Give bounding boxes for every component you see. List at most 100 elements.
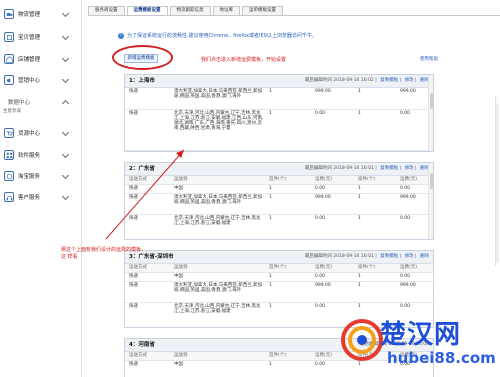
sidebar-item-customer-service[interactable]: 客户服务 bbox=[0, 189, 80, 205]
browser-notice: i 为了保证系统运行的流畅性,建议使用Chrome、firefox或者IE9以上浏… bbox=[118, 32, 500, 43]
first-item-cell: 1 bbox=[269, 111, 272, 116]
first-item-cell: 1 bbox=[269, 283, 272, 288]
edit-time: 2018-09-10 16:02 bbox=[333, 78, 374, 83]
header-destination: 运送到 bbox=[174, 265, 188, 270]
chevron-down-icon bbox=[61, 32, 70, 41]
first-fee-cell: 0.00 bbox=[315, 186, 326, 191]
method-cell: 快递 bbox=[129, 216, 138, 221]
delete-link[interactable]: 删除 bbox=[420, 254, 429, 259]
header-first-fee: 运费(元) bbox=[315, 265, 333, 270]
sidebar-item-marketing[interactable]: 营销中心 bbox=[0, 72, 80, 88]
next-item-cell: 1 bbox=[358, 304, 361, 309]
first-item-cell: 1 bbox=[269, 216, 272, 221]
destination-cell: 澳大利亚,加拿大,日本,马来西亚,新西兰,新加坡,韩国,英国,美国,香港,澳门,… bbox=[174, 283, 263, 293]
chevron-down-icon bbox=[61, 150, 70, 159]
header-first-item: 首件(个) bbox=[269, 353, 287, 358]
watermark-domain: hubei88.com bbox=[387, 349, 496, 367]
cart-icon bbox=[4, 128, 14, 138]
site-watermark: 楚汉网 hubei88.com bbox=[338, 312, 496, 376]
annotation-note: 那这个上面有我们设计的运费的模板，这 样看 bbox=[61, 247, 147, 260]
header-method: 运送方式 bbox=[129, 177, 147, 182]
scrollbar-thumb[interactable] bbox=[430, 93, 433, 109]
template-block-shanghai: 1：上海市 最后编辑时间 2018-09-10 16:02 | 复制模板 | 修… bbox=[124, 74, 434, 152]
table-row: 快递 澳大利亚,加拿大,日本,马来西亚,新西兰,新加坡,韩国,英国,美国,香港,… bbox=[125, 194, 433, 215]
edit-time-label: 最后编辑时间 bbox=[304, 254, 332, 259]
chevron-down-icon bbox=[61, 192, 70, 201]
sidebar-item-label: 淘宝服务 bbox=[18, 174, 41, 180]
page-scrollbar-thumb[interactable] bbox=[496, 104, 499, 262]
destination-cell: 澳大利亚,加拿大,日本,马来西亚,新西兰,新加坡,韩国,英国,美国,香港,澳门,… bbox=[174, 195, 263, 205]
next-item-cell: 1 bbox=[358, 216, 361, 221]
first-fee-cell: 0.00 bbox=[315, 304, 326, 309]
scrollbar-thumb[interactable] bbox=[430, 173, 433, 189]
header-next-fee: 运费(元) bbox=[400, 177, 418, 182]
page-scrollbar[interactable] bbox=[495, 96, 499, 266]
header-next-item: 续件(个) bbox=[358, 265, 376, 270]
sidebar-item-logistics[interactable]: 物流管理 bbox=[0, 6, 80, 22]
modify-link[interactable]: 修改 bbox=[405, 166, 414, 171]
sidebar-item-taobao-service[interactable]: 淘宝服务 bbox=[0, 168, 80, 184]
header-destination: 运送到 bbox=[174, 177, 188, 182]
header-first-fee: 运费(元) bbox=[315, 353, 333, 358]
table-row: 快递 澳大利亚,加拿大,日本,马来西亚,新西兰,新加坡,韩国,英国,美国,香港,… bbox=[125, 282, 433, 303]
tab-waybill-templates[interactable]: 运单模板设置 bbox=[242, 6, 283, 15]
tab-shipping-templates[interactable]: 运费模板设置 bbox=[126, 6, 168, 15]
destination-cell: 北京,天津,河北,山西,内蒙古,辽宁,吉林,黑龙江,上海,江苏,浙江,安徽,福建 bbox=[174, 216, 261, 226]
modify-link[interactable]: 修改 bbox=[405, 78, 414, 83]
destination-cell: 北京,天津,河北,山西,内蒙古,辽宁,吉林,黑龙江,上海,江苏,浙江,安徽,福建… bbox=[174, 111, 264, 131]
destination-cell: 澳大利亚,加拿大,日本,马来西亚,新西兰,新加坡,韩国,英国,美国,香港,澳门,… bbox=[174, 89, 263, 99]
notice-text: 为了保证系统运行的流畅性,建议使用Chrome、firefox或者IE9以上浏览… bbox=[127, 33, 317, 39]
first-fee-cell: 999.00 bbox=[315, 89, 331, 94]
truck-icon bbox=[4, 9, 14, 19]
first-item-cell: 1 bbox=[269, 362, 272, 367]
template-title: 4：河南省 bbox=[129, 342, 155, 348]
tab-provider-settings[interactable]: 服务商设置 bbox=[88, 6, 125, 15]
next-fee-cell: 0.00 bbox=[400, 304, 411, 309]
sidebar-item-software[interactable]: 软件服务 bbox=[0, 147, 80, 163]
first-fee-cell: 0.00 bbox=[315, 111, 326, 116]
method-cell: 快递 bbox=[129, 283, 138, 288]
table-row: 快递 北京,天津,河北,山西,内蒙古,辽宁,吉林,黑龙江,上海,江苏,浙江,安徽… bbox=[125, 110, 433, 151]
method-cell: 快递 bbox=[129, 362, 138, 367]
destination-cell: 中国 bbox=[174, 186, 183, 191]
tab-tracking-info[interactable]: 物流跟踪信息 bbox=[169, 6, 211, 15]
header-first-item: 首件(个) bbox=[269, 265, 287, 270]
copy-template-link[interactable]: 复制模板 bbox=[380, 166, 398, 171]
template-header: 3：广东省-深圳市 最后编辑时间 2018-09-10 16:01 | 复制模板… bbox=[125, 251, 433, 264]
chevron-down-icon bbox=[61, 75, 70, 84]
table-row: 快递 澳大利亚,加拿大,日本,马来西亚,新西兰,新加坡,韩国,英国,美国,香港,… bbox=[125, 88, 433, 110]
sidebar-subitem-business-advisor[interactable]: 生意参谋 bbox=[3, 108, 21, 114]
table-row: 快递 北京,天津,河北,山西,内蒙古,辽宁,吉林,黑龙江,上海,江苏,浙江,安徽… bbox=[125, 215, 433, 230]
modify-link[interactable]: 修改 bbox=[405, 254, 414, 259]
next-item-cell: 1 bbox=[358, 274, 361, 279]
sidebar-item-label: 营销中心 bbox=[18, 78, 41, 84]
block-scrollbar[interactable] bbox=[428, 163, 433, 239]
chevron-up-icon bbox=[61, 99, 70, 108]
sidebar-item-products[interactable]: 宝贝管理 bbox=[0, 29, 80, 45]
sidebar-item-sourcing[interactable]: 货源中心 bbox=[0, 125, 80, 141]
edit-time-label: 最后编辑时间 bbox=[304, 78, 332, 83]
edit-time: 2018-09-10 16:01 bbox=[333, 166, 374, 171]
tab-bar: 服务商设置 运费模板设置 物流跟踪信息 地址库 运单模板设置 bbox=[88, 6, 285, 15]
chevron-down-icon bbox=[61, 54, 70, 63]
edit-time: 2018-09-10 16:01 bbox=[333, 254, 374, 259]
copy-template-link[interactable]: 复制模板 bbox=[380, 254, 398, 259]
tab-address-book[interactable]: 地址库 bbox=[212, 6, 240, 15]
next-fee-cell: 999.00 bbox=[400, 89, 416, 94]
method-cell: 快递 bbox=[129, 89, 138, 94]
method-cell: 快递 bbox=[129, 111, 138, 116]
header-next-item: 续件(个) bbox=[358, 177, 376, 182]
first-item-cell: 1 bbox=[269, 195, 272, 200]
first-fee-cell: 0.00 bbox=[315, 362, 326, 367]
info-icon: i bbox=[118, 32, 124, 39]
sidebar-item-store[interactable]: 店铺管理 bbox=[0, 51, 80, 67]
copy-template-link[interactable]: 复制模板 bbox=[380, 78, 398, 83]
help-link[interactable]: 使用帮助 bbox=[420, 56, 438, 62]
table-header-row: 运送方式 运送到 首件(个) 运费(元) 续件(个) 运费(元) bbox=[125, 264, 433, 273]
sidebar-item-label: 物流管理 bbox=[18, 12, 41, 18]
logo-icon bbox=[341, 319, 383, 361]
first-fee-cell: 0.00 bbox=[315, 274, 326, 279]
block-scrollbar[interactable] bbox=[428, 75, 433, 151]
next-fee-cell: 0.00 bbox=[400, 111, 411, 116]
sidebar-item-label: 店铺管理 bbox=[18, 57, 41, 63]
